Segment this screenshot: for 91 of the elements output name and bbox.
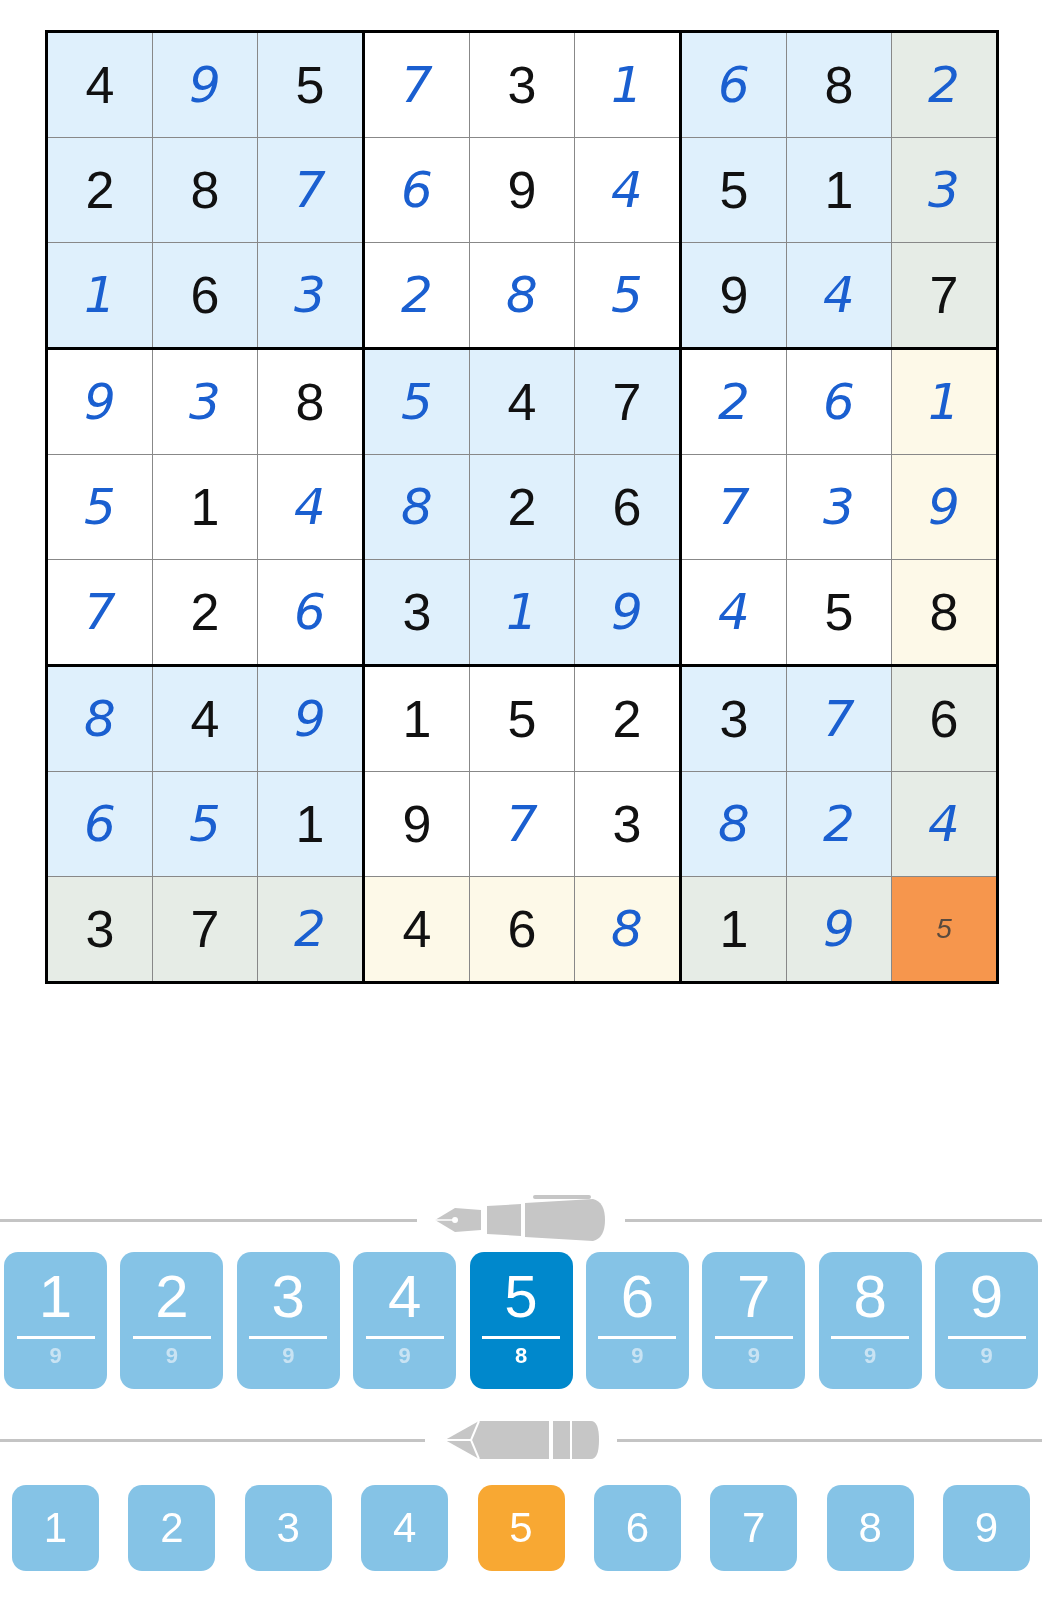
sudoku-cell[interactable]: 9 [682,243,786,347]
sudoku-cell[interactable]: 9 [365,772,469,876]
sudoku-cell[interactable]: 8 [48,667,152,771]
sudoku-cell[interactable]: 9 [48,350,152,454]
sudoku-cell[interactable]: 5 [365,350,469,454]
sudoku-cell[interactable]: 4 [682,560,786,664]
remaining-count: 9 [631,1343,644,1369]
sudoku-cell[interactable]: 4 [365,877,469,981]
sudoku-cell[interactable]: 9 [470,138,574,242]
sudoku-cell[interactable]: 3 [575,772,679,876]
sudoku-cell[interactable]: 2 [153,560,257,664]
remaining-count: 8 [514,1343,528,1369]
sudoku-cell[interactable]: 8 [153,138,257,242]
sudoku-cell[interactable]: 7 [787,667,891,771]
sudoku-cell[interactable]: 2 [575,667,679,771]
sudoku-cell[interactable]: 3 [48,877,152,981]
sudoku-cell[interactable]: 8 [575,877,679,981]
sudoku-cell[interactable]: 4 [787,243,891,347]
sudoku-cell[interactable]: 5 [258,33,362,137]
sudoku-cell[interactable]: 1 [575,33,679,137]
sudoku-cell[interactable]: 2 [48,138,152,242]
sudoku-cell[interactable]: 9 [575,560,679,664]
sudoku-cell[interactable]: 4 [470,350,574,454]
sudoku-cell[interactable]: 6 [682,33,786,137]
sudoku-cell[interactable]: 4 [575,138,679,242]
sudoku-cell[interactable]: 5 [892,877,996,981]
sudoku-cell[interactable]: 3 [892,138,996,242]
sudoku-cell[interactable]: 7 [365,33,469,137]
sudoku-cell[interactable]: 8 [682,772,786,876]
sudoku-cell[interactable]: 8 [470,243,574,347]
digit-button[interactable]: 5 8 [469,1252,573,1389]
sudoku-cell[interactable]: 5 [575,243,679,347]
sudoku-cell[interactable]: 1 [787,138,891,242]
sudoku-cell[interactable]: 2 [892,33,996,137]
sudoku-cell[interactable]: 5 [48,455,152,559]
sudoku-cell[interactable]: 1 [365,667,469,771]
sudoku-cell[interactable]: 2 [682,350,786,454]
remaining-count: 9 [747,1343,760,1369]
sudoku-cell[interactable]: 6 [470,877,574,981]
sudoku-cell[interactable]: 3 [153,350,257,454]
sudoku-cell[interactable]: 4 [258,455,362,559]
sudoku-cell[interactable]: 6 [258,560,362,664]
sudoku-cell[interactable]: 6 [787,350,891,454]
remaining-count: 9 [980,1343,993,1369]
sudoku-cell[interactable]: 6 [48,772,152,876]
remaining-count: 9 [165,1343,178,1369]
sudoku-cell[interactable]: 5 [153,772,257,876]
sudoku-cell[interactable]: 6 [892,667,996,771]
sudoku-cell[interactable]: 3 [470,33,574,137]
sudoku-cell[interactable]: 2 [787,772,891,876]
sudoku-cell[interactable]: 8 [787,33,891,137]
sudoku-cell[interactable]: 6 [153,243,257,347]
sudoku-cell[interactable]: 1 [48,243,152,347]
sudoku-cell[interactable]: 5 [470,667,574,771]
sudoku-cell[interactable]: 9 [787,877,891,981]
sudoku-cell[interactable]: 7 [470,772,574,876]
sudoku-cell[interactable]: 3 [365,560,469,664]
sudoku-cell[interactable]: 2 [258,877,362,981]
sudoku-cell[interactable]: 7 [48,560,152,664]
sudoku-cell[interactable]: 7 [153,877,257,981]
sudoku-cell[interactable]: 4 [48,33,152,137]
sudoku-cell[interactable]: 7 [892,243,996,347]
sudoku-cell[interactable]: 8 [365,455,469,559]
sudoku-cell[interactable]: 9 [258,667,362,771]
sudoku-cell[interactable]: 5 [682,138,786,242]
sudoku-cell[interactable]: 4 [153,667,257,771]
sudoku-cell[interactable]: 4 [892,772,996,876]
sudoku-cell[interactable]: 6 [365,138,469,242]
sudoku-cell[interactable]: 9 [153,33,257,137]
sudoku-cell[interactable]: 3 [787,455,891,559]
sudoku-cell[interactable]: 8 [258,350,362,454]
remaining-count: 9 [282,1343,295,1369]
sudoku-cell[interactable]: 5 [787,560,891,664]
sudoku-cell[interactable]: 9 [892,455,996,559]
sudoku-cell[interactable]: 6 [575,455,679,559]
sudoku-cell[interactable]: 2 [365,243,469,347]
sudoku-cell[interactable]: 2 [470,455,574,559]
remaining-count: 9 [398,1343,411,1369]
sudoku-cell[interactable]: 7 [258,138,362,242]
remaining-count: 9 [864,1343,877,1369]
sudoku-cell[interactable]: 3 [682,667,786,771]
remaining-count: 9 [49,1343,62,1369]
sudoku-cell[interactable]: 1 [153,455,257,559]
sudoku-cell[interactable]: 1 [892,350,996,454]
sudoku-cell[interactable]: 8 [892,560,996,664]
sudoku-cell[interactable]: 1 [470,560,574,664]
sudoku-cell[interactable]: 7 [575,350,679,454]
sudoku-cell[interactable]: 1 [682,877,786,981]
sudoku-cell[interactable]: 7 [682,455,786,559]
sudoku-cell[interactable]: 3 [258,243,362,347]
sudoku-cell[interactable]: 1 [258,772,362,876]
